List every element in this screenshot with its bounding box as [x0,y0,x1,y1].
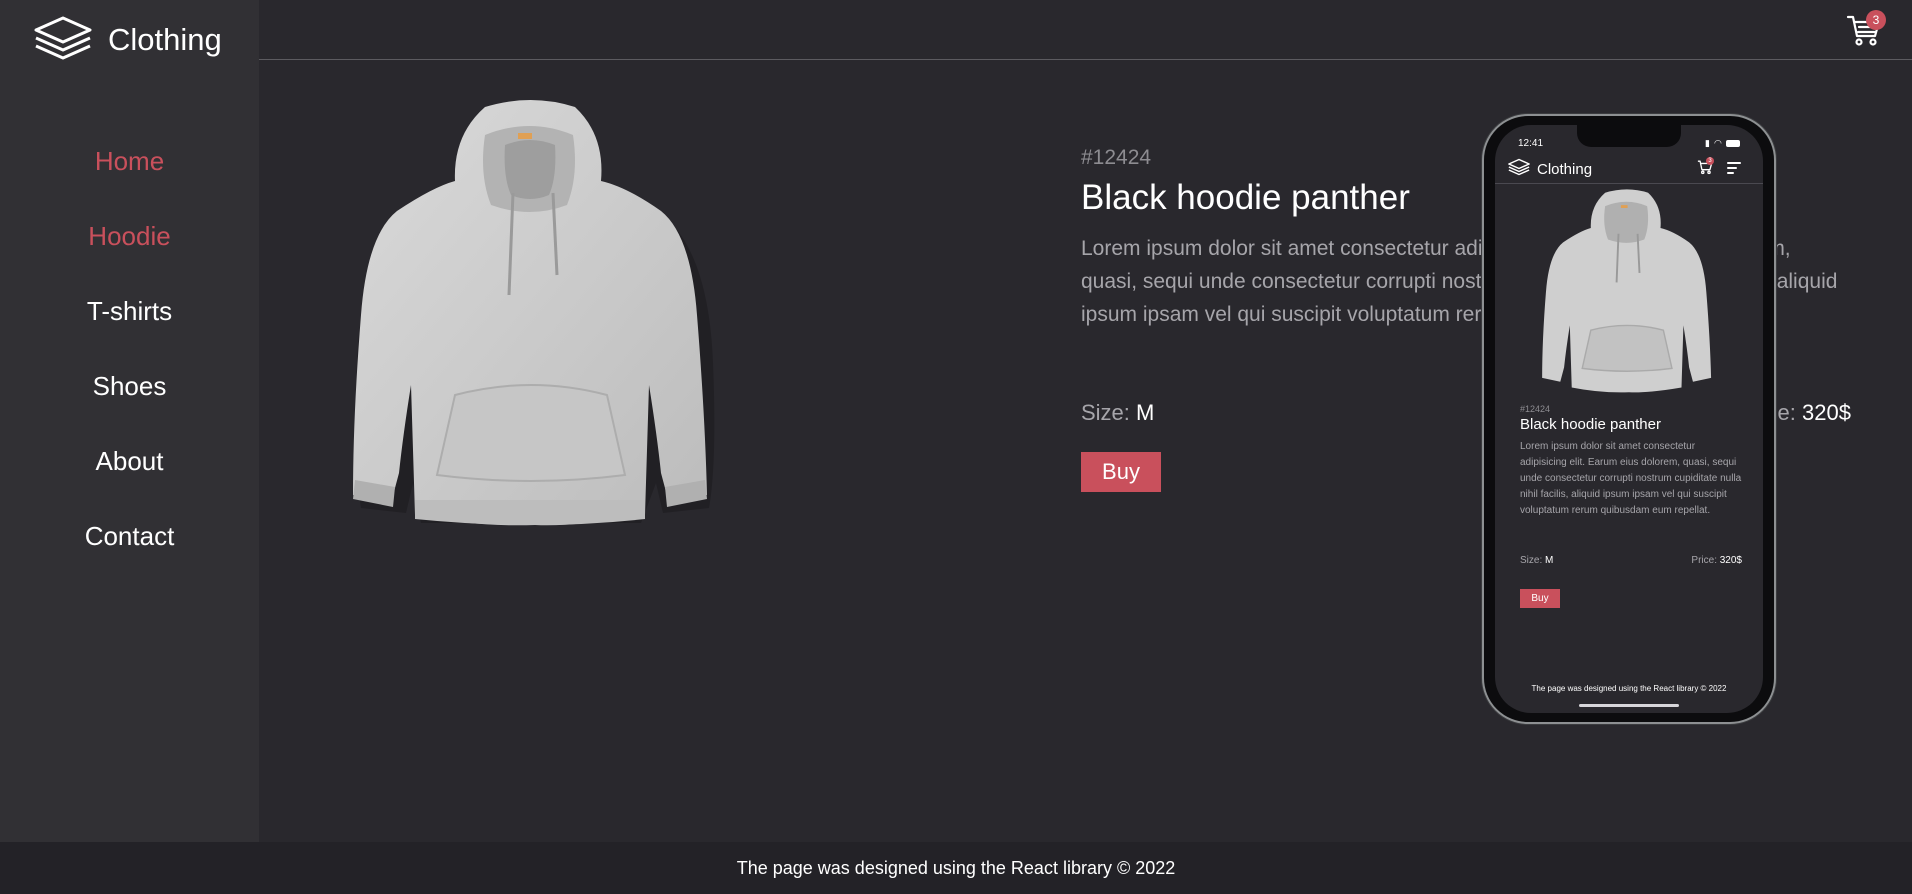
product-size: Size: M [1081,400,1154,426]
mobile-product-image [1533,187,1725,397]
mobile-product-sku: #12424 [1520,404,1551,414]
phone-screen: 12:41 ▮ ◠ Clothing 3 #12424 Black hoodie… [1495,125,1763,713]
mobile-cart-button[interactable]: 3 [1697,157,1715,177]
buy-button[interactable]: Buy [1081,452,1161,492]
nav-item-hoodie[interactable]: Hoodie [0,199,259,274]
mobile-header: Clothing 3 [1495,152,1763,184]
mobile-product-description: Lorem ipsum dolor sit amet consectetur a… [1520,441,1742,516]
phone-notch [1577,125,1681,147]
footer-text: The page was designed using the React li… [736,857,1176,878]
signal-icon: ▮ [1705,138,1710,148]
nav-item-contact[interactable]: Contact [0,499,259,574]
home-indicator [1579,704,1679,707]
price-value: 320$ [1802,400,1851,425]
mobile-cart-badge: 3 [1706,157,1714,165]
mobile-footer-text: The page was designed using the React li… [1531,684,1727,693]
mobile-brand-logo[interactable]: Clothing [1507,158,1592,181]
nav-item-t-shirts[interactable]: T-shirts [0,274,259,349]
battery-icon [1725,140,1740,147]
mobile-brand-name: Clothing [1537,161,1593,178]
nav-item-shoes[interactable]: Shoes [0,349,259,424]
cart-button[interactable]: 3 [1846,10,1886,48]
mobile-buy-button[interactable]: Buy [1520,589,1560,608]
hamburger-menu-icon[interactable] [1727,162,1741,177]
mobile-product-price: Price: 320$ [1691,555,1742,566]
status-icons: ▮ ◠ [1705,138,1740,149]
mobile-price-value: 320$ [1719,555,1742,566]
cart-count-badge: 3 [1866,10,1886,30]
size-label: Size: [1081,400,1130,425]
mobile-product-info: #12424 Black hoodie panther Lorem ipsum … [1520,404,1742,519]
layers-logo-icon [32,14,94,67]
brand-logo[interactable]: Clothing [32,14,222,66]
mobile-product-title: Black hoodie panther [1520,416,1661,433]
mobile-size-label: Size: [1520,555,1543,566]
nav-item-about[interactable]: About [0,424,259,499]
size-value: M [1136,400,1155,425]
wifi-icon: ◠ [1713,138,1722,148]
sidebar: Clothing Home Hoodie T-shirts Shoes Abou… [0,0,259,842]
phone-mockup: 12:41 ▮ ◠ Clothing 3 #12424 Black hoodie… [1482,114,1776,724]
mobile-product-size: Size: M [1520,555,1553,566]
mobile-layers-logo-icon [1507,158,1531,181]
header-divider [259,59,1912,60]
mobile-size-value: M [1545,555,1554,566]
brand-name: Clothing [108,22,222,57]
nav-item-home[interactable]: Home [0,124,259,199]
page-footer: The page was designed using the React li… [0,842,1912,894]
sidebar-nav: Home Hoodie T-shirts Shoes About Contact [0,124,259,574]
product-image [335,95,735,535]
mobile-price-label: Price: [1691,555,1717,566]
status-time: 12:41 [1518,138,1544,149]
